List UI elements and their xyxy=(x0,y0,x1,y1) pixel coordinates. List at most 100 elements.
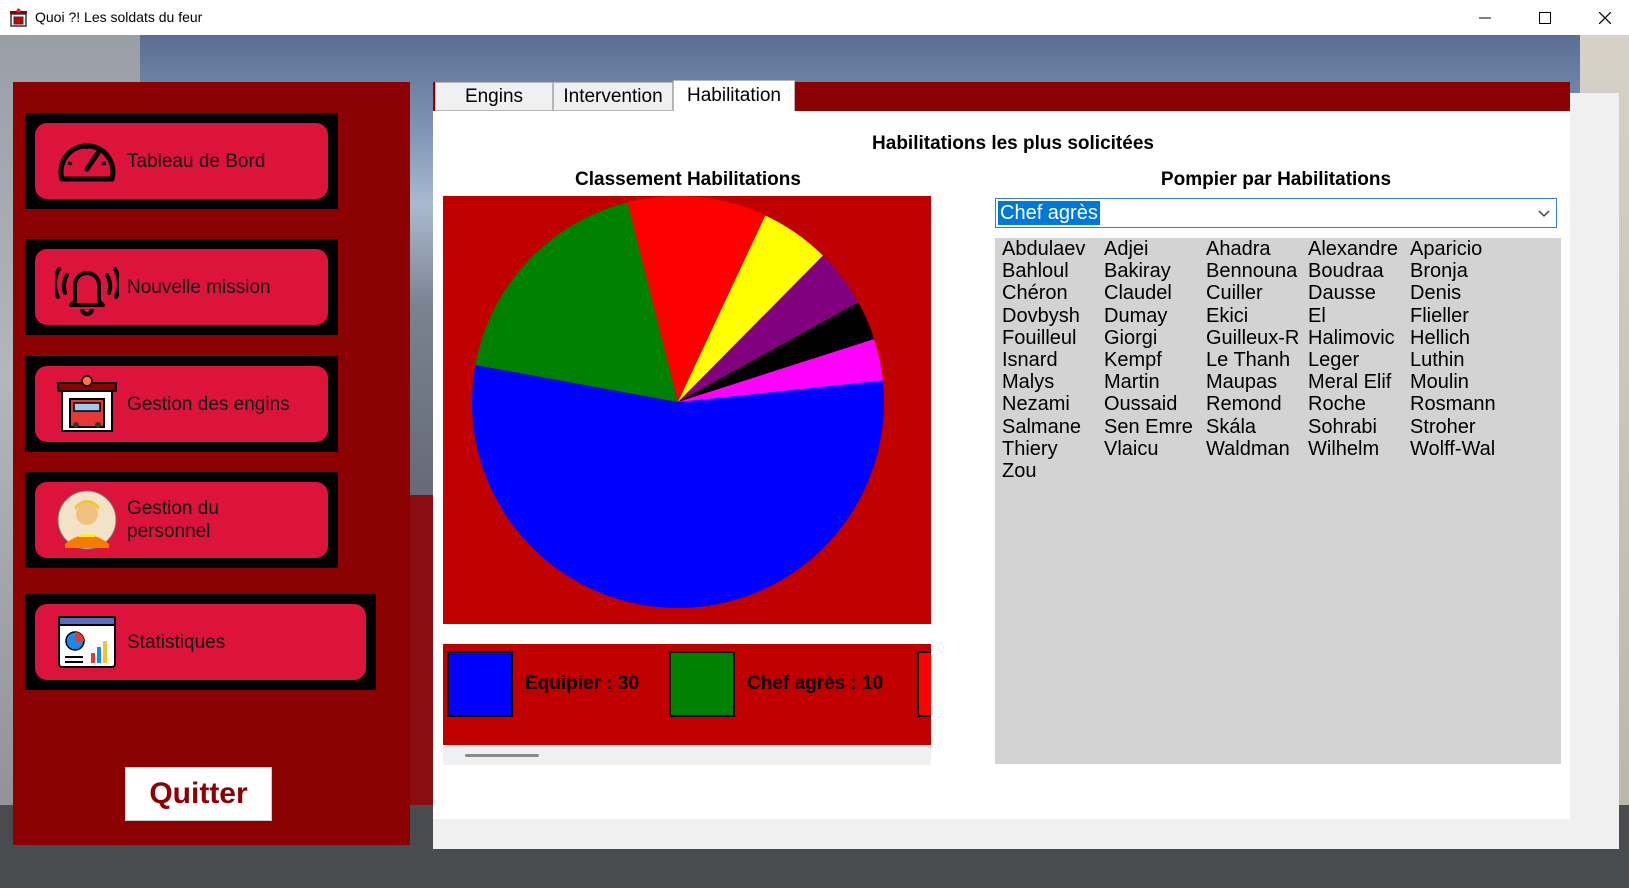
list-item[interactable]: Waldman xyxy=(1206,438,1290,461)
list-item[interactable]: Malys xyxy=(1002,371,1054,394)
list-item[interactable]: Adjei xyxy=(1104,238,1148,261)
list-item[interactable]: Oussaid xyxy=(1104,393,1177,416)
list-item[interactable]: Claudel xyxy=(1104,282,1172,305)
gauge-icon xyxy=(55,129,119,193)
legend-label: Chef agrès : 10 xyxy=(747,673,884,694)
vehicle-management-label: Gestion des engins xyxy=(127,393,290,415)
vehicle-management-button[interactable]: Gestion des engins xyxy=(35,366,328,442)
chart-title: Classement Habilitations xyxy=(575,169,801,190)
list-item[interactable]: Thiery xyxy=(1002,438,1058,461)
list-item[interactable]: Bennouna xyxy=(1206,260,1297,283)
list-item[interactable]: Bahloul xyxy=(1002,260,1069,283)
nav-frame-dashboard: Tableau de Bord xyxy=(25,113,338,209)
new-mission-button[interactable]: Nouvelle mission xyxy=(35,249,328,325)
scrollbar-thumb[interactable] xyxy=(465,754,539,757)
list-item[interactable]: Martin xyxy=(1104,371,1160,394)
chevron-down-icon xyxy=(1538,210,1550,217)
list-item[interactable]: Guilleux-R xyxy=(1206,327,1299,350)
list-item[interactable]: Flieller xyxy=(1410,305,1469,328)
window-titlebar: Quoi ?! Les soldats du feur xyxy=(0,0,1629,36)
list-item[interactable]: Cuiller xyxy=(1206,282,1263,305)
list-item[interactable]: Ekici xyxy=(1206,305,1248,328)
bottom-edge-panel xyxy=(433,819,1619,849)
list-item[interactable]: Sen Emre xyxy=(1104,416,1193,439)
tab-engins[interactable]: Engins xyxy=(435,82,553,111)
list-item[interactable]: Halimovic xyxy=(1308,327,1395,350)
legend-label: Equipier : 30 xyxy=(525,673,640,694)
page-title: Habilitations les plus solicitées xyxy=(872,133,1154,154)
list-item[interactable]: Boudraa xyxy=(1308,260,1384,283)
list-item[interactable]: Le Thanh xyxy=(1206,349,1290,372)
list-item[interactable]: Bakiray xyxy=(1104,260,1171,283)
pie-chart xyxy=(472,196,884,608)
list-item[interactable]: Bronja xyxy=(1410,260,1468,283)
list-item[interactable]: Rosmann xyxy=(1410,393,1496,416)
nav-frame-staff: Gestion du personnel xyxy=(25,472,338,568)
staff-management-label: Gestion du personnel xyxy=(127,498,219,542)
list-item[interactable]: Giorgi xyxy=(1104,327,1157,350)
dashboard-label: Tableau de Bord xyxy=(127,150,266,172)
legend-item-equipier: Equipier : 30 xyxy=(447,650,639,718)
list-item[interactable]: Luthin xyxy=(1410,349,1465,372)
list-item[interactable]: El xyxy=(1308,305,1326,328)
list-item[interactable]: Wilhelm xyxy=(1308,438,1379,461)
dashboard-button[interactable]: Tableau de Bord xyxy=(35,123,328,199)
list-item[interactable]: Remond xyxy=(1206,393,1282,416)
list-item[interactable]: Kempf xyxy=(1104,349,1162,372)
staff-management-button[interactable]: Gestion du personnel xyxy=(35,482,328,558)
list-item[interactable]: Abdulaev xyxy=(1002,238,1085,261)
list-item[interactable]: Isnard xyxy=(1002,349,1058,372)
nav-frame-mission: Nouvelle mission xyxy=(25,239,338,335)
list-item[interactable]: Dausse xyxy=(1308,282,1376,305)
tab-intervention[interactable]: Intervention xyxy=(553,82,673,111)
quit-button[interactable]: Quitter xyxy=(125,767,272,821)
list-item[interactable]: Skála xyxy=(1206,416,1256,439)
list-item[interactable]: Roche xyxy=(1308,393,1366,416)
list-item[interactable]: Moulin xyxy=(1410,371,1469,394)
list-item[interactable]: Wolff-Wal xyxy=(1410,438,1495,461)
close-icon xyxy=(1599,11,1611,24)
list-item[interactable]: Ahadra xyxy=(1206,238,1271,261)
list-item[interactable]: Meral Elif xyxy=(1308,371,1391,394)
firefighter-list[interactable]: Abdulaev Adjei Ahadra Alexandre Aparicio Bahl… xyxy=(995,238,1561,764)
list-item[interactable]: Stroher xyxy=(1410,416,1476,439)
fire-station-app-icon xyxy=(10,8,27,27)
list-item[interactable]: Salmane xyxy=(1002,416,1081,439)
legend-horizontal-scrollbar[interactable] xyxy=(443,745,931,765)
list-item[interactable]: Vlaicu xyxy=(1104,438,1158,461)
maximize-button[interactable] xyxy=(1515,0,1575,35)
habilitation-tab-content: Habilitations les plus solicitées Classe… xyxy=(433,111,1570,819)
list-item[interactable]: Denis xyxy=(1410,282,1461,305)
legend-swatch xyxy=(917,651,931,717)
firefighter-avatar-icon xyxy=(55,488,119,552)
list-item[interactable]: Nezami xyxy=(1002,393,1070,416)
list-item[interactable]: Maupas xyxy=(1206,371,1277,394)
habilitation-select[interactable]: Chef agrès xyxy=(995,198,1557,228)
maximize-icon xyxy=(1539,11,1551,24)
right-edge-panel xyxy=(1570,93,1619,849)
list-item[interactable]: Alexandre xyxy=(1308,238,1398,261)
minimize-button[interactable] xyxy=(1455,0,1515,35)
list-item[interactable]: Aparicio xyxy=(1410,238,1482,261)
statistics-button[interactable]: Statistiques xyxy=(35,604,366,680)
list-item[interactable]: Zou xyxy=(1002,460,1036,483)
tab-strip: Engins Intervention Habilitation xyxy=(433,80,1570,111)
tab-habilitation[interactable]: Habilitation xyxy=(673,80,795,111)
legend-item-next xyxy=(917,650,931,718)
list-item[interactable]: Dovbysh xyxy=(1002,305,1080,328)
habilitation-select-value: Chef agrès xyxy=(998,201,1100,225)
list-item[interactable]: Fouilleul xyxy=(1002,327,1076,350)
list-item[interactable]: Leger xyxy=(1308,349,1359,372)
list-item[interactable]: Chéron xyxy=(1002,282,1068,305)
close-button[interactable] xyxy=(1575,0,1629,35)
legend-swatch xyxy=(447,651,513,717)
legend-item-chef-agres: Chef agrès : 10 xyxy=(669,650,883,718)
new-mission-label: Nouvelle mission xyxy=(127,276,271,298)
list-item[interactable]: Dumay xyxy=(1104,305,1167,328)
alarm-bell-icon xyxy=(55,255,119,319)
list-item[interactable]: Sohrabi xyxy=(1308,416,1377,439)
list-item[interactable]: Hellich xyxy=(1410,327,1470,350)
statistics-label: Statistiques xyxy=(127,631,226,653)
nav-frame-statistics: Statistiques xyxy=(25,594,376,690)
fire-station-icon xyxy=(55,372,119,436)
